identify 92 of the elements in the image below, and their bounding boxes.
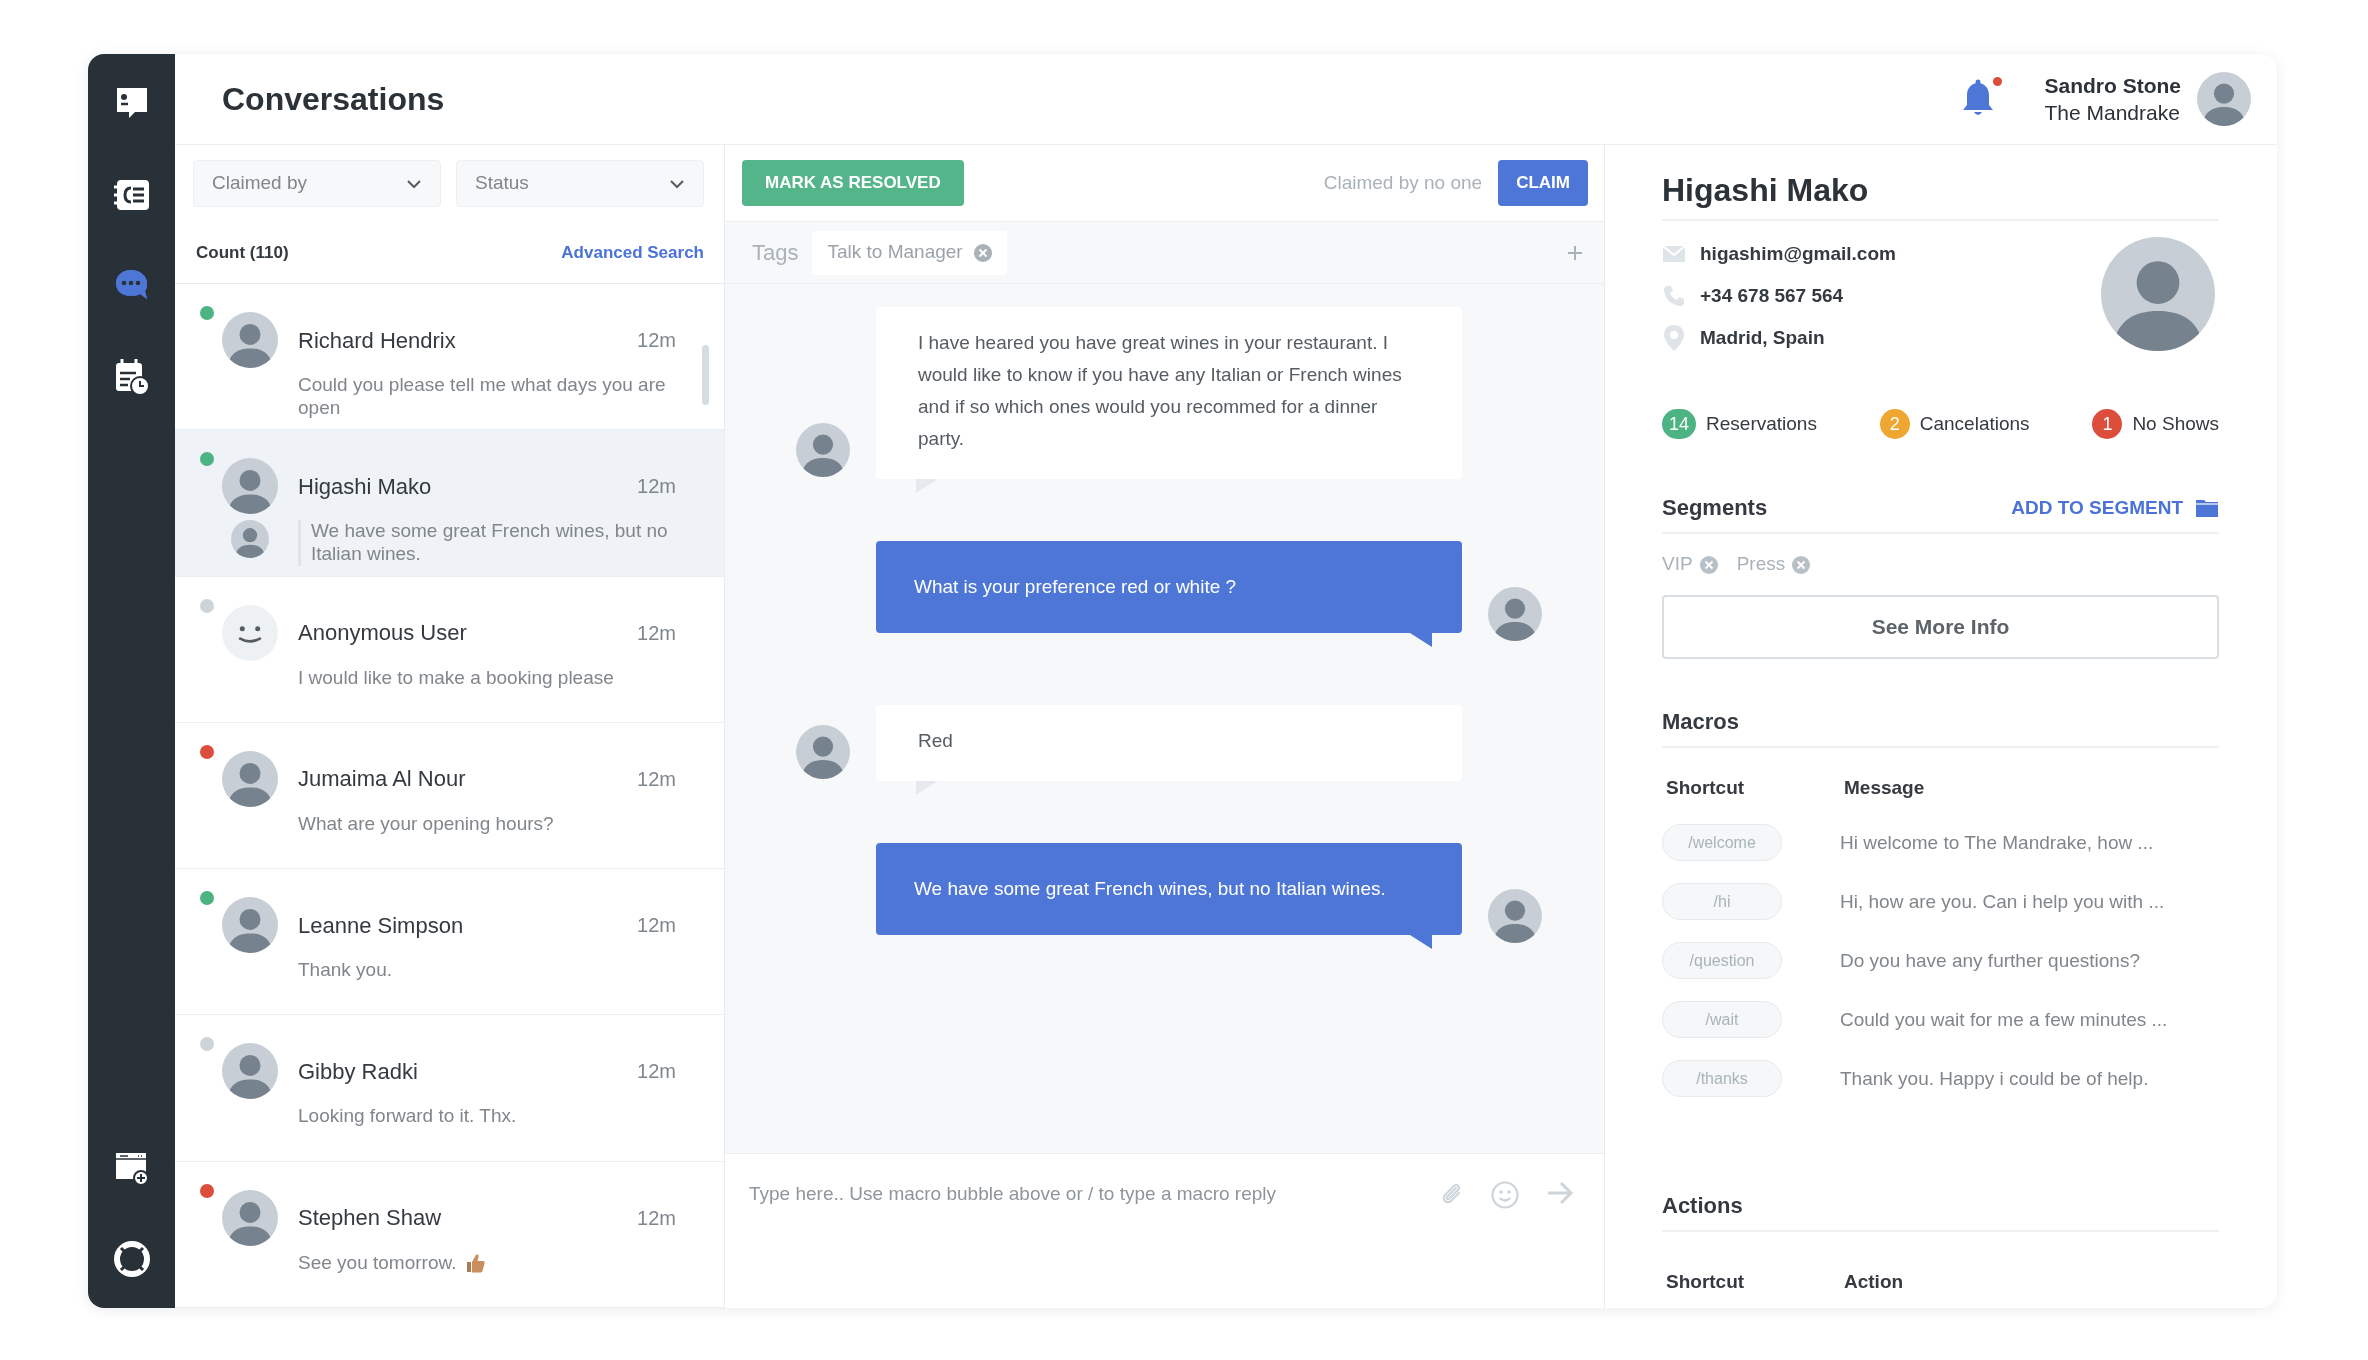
column-header: Shortcut — [1665, 1270, 1746, 1295]
scrollbar-thumb[interactable] — [702, 345, 709, 405]
avatar — [2197, 72, 2251, 126]
column-header: Action — [1843, 1270, 1905, 1295]
bubble-tail — [916, 781, 938, 795]
smiley-avatar — [222, 604, 278, 661]
message-text: Red — [918, 730, 953, 751]
message-preview: Looking forward to it. Thx. — [298, 1105, 517, 1129]
message-preview: Thank you. — [298, 959, 392, 982]
column-header: Shortcut — [1665, 775, 1746, 800]
segment-label: Press — [1736, 552, 1786, 577]
message-time: 12m — [637, 620, 676, 646]
macro-message: Hi, how are you. Can i help you with ... — [1840, 889, 2166, 914]
message-time: 12m — [637, 328, 676, 353]
segment-label: VIP — [1662, 552, 1693, 577]
message-preview: We have some great French wines, but no Italian wines. — [298, 520, 676, 566]
avatar — [796, 725, 850, 779]
stat-label: Cancelations — [1919, 412, 2030, 437]
contact-name: Higashi Mako — [298, 472, 433, 501]
location-pin-icon — [1662, 324, 1686, 353]
chevron-down-icon — [406, 178, 422, 189]
contact-name: Richard Hendrix — [298, 326, 457, 355]
message-input[interactable]: Type here.. Use macro bubble above or / to type a macro reply — [741, 1176, 1416, 1213]
conversation-count: Count (110) — [196, 241, 289, 264]
macro-message: Could you wait for me a few minutes ... — [1840, 1007, 2169, 1032]
filter-dropdown[interactable]: Status — [456, 160, 704, 207]
chevron-down-icon — [669, 178, 685, 189]
see-more-button[interactable]: See More Info — [1662, 594, 2219, 659]
remove-icon[interactable] — [1791, 554, 1812, 575]
message-preview: What are your opening hours? — [298, 812, 554, 836]
message-preview: Could you please tell me what days you are open — [298, 374, 667, 420]
phone-icon — [1662, 284, 1686, 309]
stat-label: No Shows — [2132, 412, 2219, 437]
arrow-right-icon — [1546, 1180, 1574, 1206]
chat-icon — [113, 268, 150, 302]
avatar — [222, 312, 278, 368]
avatar — [1488, 587, 1542, 641]
filter-dropdown[interactable]: Claimed by — [193, 160, 441, 207]
count-badge: 1 — [2092, 409, 2123, 440]
avatar — [796, 423, 850, 477]
bubble-tail — [916, 479, 938, 493]
avatar — [1488, 889, 1542, 943]
smiley-icon — [1490, 1180, 1520, 1210]
count-badge: 2 — [1879, 409, 1910, 440]
remove-icon[interactable] — [972, 242, 993, 263]
claim-status: Claimed by no one — [1323, 170, 1483, 195]
stat-label: Reservations — [1706, 412, 1817, 437]
message-time: 12m — [637, 1059, 676, 1085]
add-to-segment-link[interactable]: ADD TO SEGMENT — [2011, 493, 2219, 523]
contact-detail: +34 678 567 564 — [1700, 284, 1844, 309]
message-time: 12m — [637, 913, 676, 939]
tag-label: Talk to Manager — [827, 240, 963, 265]
message-text: What is your preference red or white ? — [914, 575, 1237, 599]
address-book-icon — [112, 178, 151, 212]
count-badge: 14 — [1662, 409, 1697, 440]
message-text: I have heared you have great wines in your restaurant. I would like to know if you have any Italian or French wines and if so which ones would you recommed for a dinner party. — [918, 332, 1402, 449]
contact-title: Higashi Mako — [1662, 145, 2219, 222]
lifebuoy-icon — [112, 1240, 151, 1278]
email-icon — [1662, 245, 1686, 264]
contact-detail: Madrid, Spain — [1700, 326, 1825, 351]
tags-label: Tags — [752, 239, 799, 267]
message-preview: I would like to make a booking please — [298, 666, 614, 690]
contact-name: Leanne Simpson — [298, 911, 465, 940]
macro-message: Thank you. Happy i could be of help. — [1840, 1066, 2150, 1091]
contact-name: Jumaima Al Nour — [298, 765, 467, 794]
claim-button[interactable]: CLAIM — [1498, 160, 1588, 206]
browser-add-icon — [113, 1150, 150, 1186]
calendar-clock-icon — [113, 358, 150, 396]
macro-message: Hi welcome to The Mandrake, how ... — [1840, 830, 2155, 855]
venue-name: The Mandrake — [2044, 100, 2181, 126]
page-title: Conversations — [222, 79, 445, 119]
conversation-item[interactable]: Higashi Mako 12m We have some great French wines, but no Italian wines. — [175, 430, 724, 577]
section-title: Macros — [1662, 707, 1740, 736]
message-time: 12m — [637, 766, 676, 792]
plus-icon — [1566, 243, 1584, 262]
message-time: 12m — [637, 474, 676, 500]
folder-icon — [2195, 497, 2219, 518]
contact-name: Gibby Radki — [298, 1057, 419, 1086]
message-preview: See you tomorrow. — [298, 1251, 457, 1275]
remove-icon[interactable] — [1698, 554, 1719, 575]
contact-detail: higashim@gmail.com — [1700, 242, 1896, 267]
resolve-button[interactable]: MARK AS RESOLVED — [742, 160, 964, 206]
contact-name: Stephen Shaw — [298, 1204, 443, 1233]
contact-name: Anonymous User — [298, 619, 468, 648]
section-title: Segments — [1662, 494, 1768, 523]
user-name: Sandro Stone — [2044, 72, 2181, 99]
column-header: Message — [1843, 775, 1926, 800]
advanced-search-link[interactable]: Advanced Search — [561, 239, 704, 266]
message-text: We have some great French wines, but no Italian wines. — [914, 877, 1386, 901]
macro-message: Do you have any further questions? — [1840, 948, 2141, 973]
section-title: Actions — [1662, 1192, 1743, 1221]
message-time: 12m — [637, 1205, 676, 1231]
